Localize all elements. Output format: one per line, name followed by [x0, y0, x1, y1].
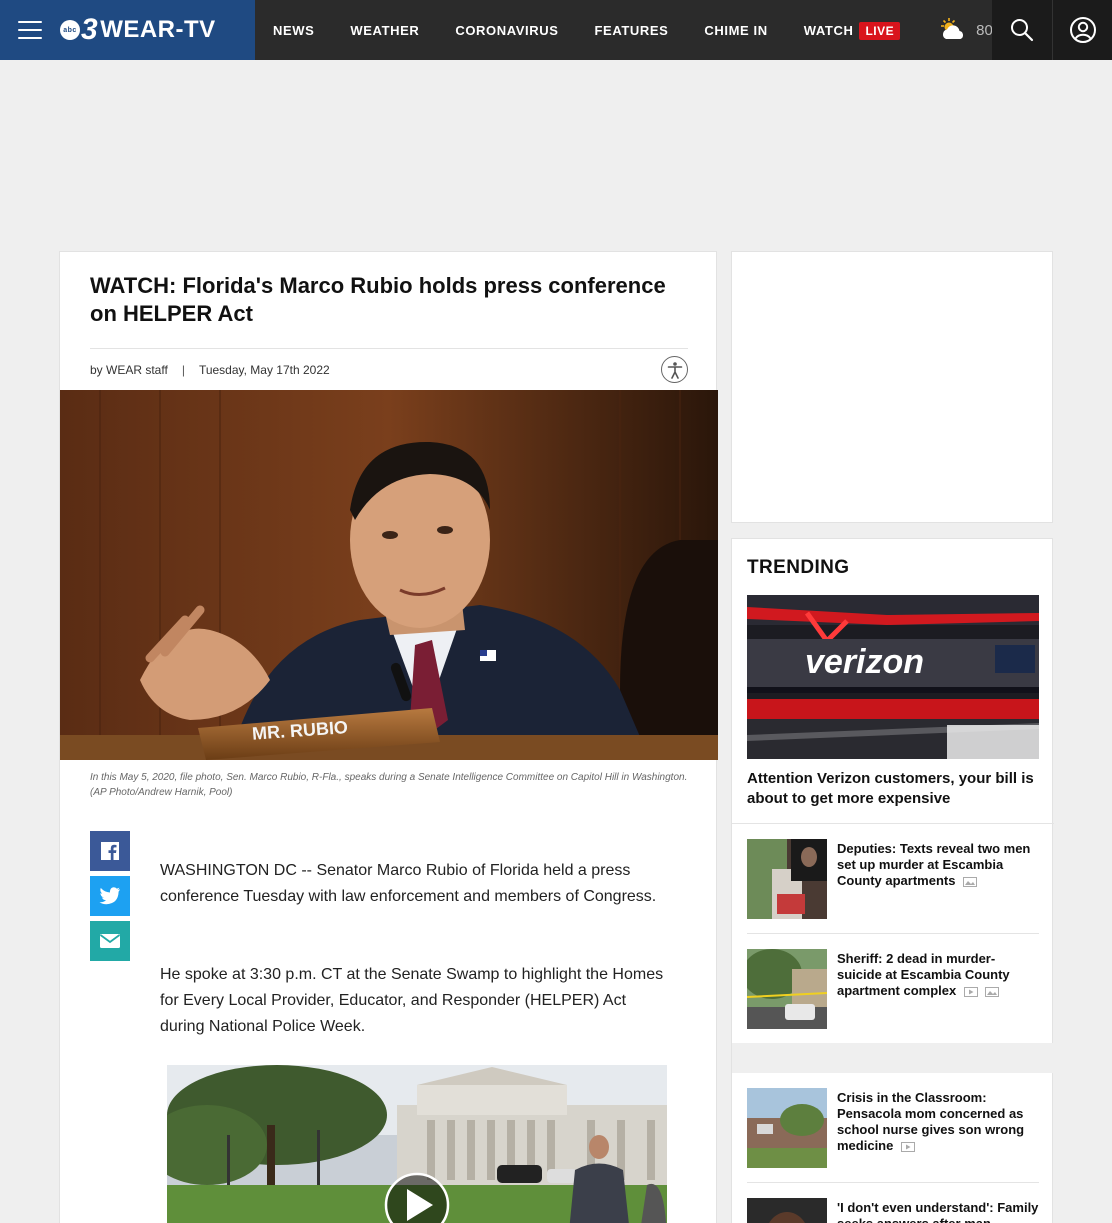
trending-thumb-3	[747, 1088, 827, 1168]
nav-weather[interactable]: WEATHER	[350, 23, 419, 38]
advertisement-slot	[731, 251, 1053, 523]
share-twitter-button[interactable]	[90, 876, 130, 916]
trending-thumb-2	[747, 949, 827, 1029]
publish-date: Tuesday, May 17th 2022	[198, 363, 330, 377]
twitter-icon	[99, 887, 120, 905]
trending-panel: TRENDING verizon Attention Verizon custo…	[731, 538, 1054, 1223]
hero-photo: MR. RUBIO	[60, 390, 718, 760]
byline: by WEAR staff | Tuesday, May 17th 2022	[90, 363, 330, 377]
sun-cloud-icon	[941, 18, 964, 39]
nav-chime-in[interactable]: CHIME IN	[704, 23, 767, 38]
trending-item-4[interactable]: 'I don't even understand': Family seeks …	[747, 1198, 1039, 1223]
verizon-logo-text: verizon	[805, 643, 924, 681]
nav-news[interactable]: NEWS	[273, 23, 314, 38]
video-icon	[963, 986, 978, 997]
trending-thumb-4	[747, 1198, 827, 1223]
trending-item-2-title: Sheriff: 2 dead in murder-suicide at Esc…	[837, 951, 1010, 998]
share-facebook-button[interactable]	[90, 831, 130, 871]
nav-watch[interactable]: WATCH LIVE	[803, 21, 901, 40]
live-badge: LIVE	[859, 21, 901, 40]
trending-item-1-title: Deputies: Texts reveal two men set up mu…	[837, 841, 1031, 888]
search-icon	[1011, 19, 1034, 42]
menu-icon[interactable]	[18, 21, 42, 39]
accessibility-button[interactable]	[661, 356, 688, 383]
search-button[interactable]	[992, 0, 1052, 60]
trending-row-divider	[747, 1182, 1039, 1183]
trending-item-3-title: Crisis in the Classroom: Pensacola mom c…	[837, 1090, 1025, 1153]
abc-logo-icon: abc	[60, 20, 80, 40]
video-icon	[900, 1141, 915, 1152]
headline-divider	[90, 348, 688, 349]
nav-features[interactable]: FEATURES	[595, 23, 669, 38]
trending-item-4-title: 'I don't even understand': Family seeks …	[837, 1200, 1039, 1223]
byline-separator: |	[181, 363, 185, 377]
trending-title: TRENDING	[747, 557, 850, 578]
trending-item-1[interactable]: Deputies: Texts reveal two men set up mu…	[747, 839, 1039, 919]
trending-separator	[732, 823, 1054, 824]
nav-watch-label: WATCH	[803, 22, 854, 38]
share-email-button[interactable]	[90, 921, 130, 961]
trending-row-divider	[747, 933, 1039, 934]
trending-thumb-1	[747, 839, 827, 919]
video-player[interactable]	[167, 1065, 667, 1223]
account-button[interactable]	[1052, 0, 1112, 60]
article-paragraph-2: He spoke at 3:30 p.m. CT at the Senate S…	[160, 966, 664, 1035]
temperature: 80	[976, 21, 993, 39]
weather-widget[interactable]: 80°	[938, 17, 998, 43]
site-logo[interactable]: abc 3 WEAR-TV	[60, 13, 216, 47]
logo-number: 3	[81, 13, 99, 46]
article-paragraph-1: WASHINGTON DC -- Senator Marco Rubio of …	[160, 862, 657, 905]
top-navigation-bar: abc 3 WEAR-TV NEWS WEATHER CORONAVIRUS F…	[0, 0, 1112, 60]
gallery-icon	[963, 876, 978, 887]
photo-caption: In this May 5, 2020, file photo, Sen. Ma…	[90, 772, 688, 798]
brand-area: abc 3 WEAR-TV	[0, 0, 255, 60]
accessibility-icon	[667, 361, 682, 379]
article-card: WATCH: Florida's Marco Rubio holds press…	[59, 251, 718, 1223]
logo-text: WEAR-TV	[100, 16, 216, 43]
main-nav: NEWS WEATHER CORONAVIRUS FEATURES CHIME …	[273, 0, 998, 60]
trending-item-2[interactable]: Sheriff: 2 dead in murder-suicide at Esc…	[747, 949, 1039, 1029]
facebook-icon	[101, 842, 119, 860]
author: by WEAR staff	[90, 363, 168, 377]
trending-hero-image[interactable]: verizon	[747, 595, 1039, 759]
user-icon	[1069, 17, 1096, 43]
email-icon	[99, 934, 121, 948]
nav-coronavirus[interactable]: CORONAVIRUS	[455, 23, 558, 38]
gallery-icon	[985, 986, 1000, 997]
trending-hero-headline[interactable]: Attention Verizon customers, your bill i…	[747, 769, 1042, 809]
trending-item-3[interactable]: Crisis in the Classroom: Pensacola mom c…	[747, 1088, 1039, 1168]
trending-gap	[732, 1043, 1054, 1073]
article-headline: WATCH: Florida's Marco Rubio holds press…	[90, 273, 666, 326]
